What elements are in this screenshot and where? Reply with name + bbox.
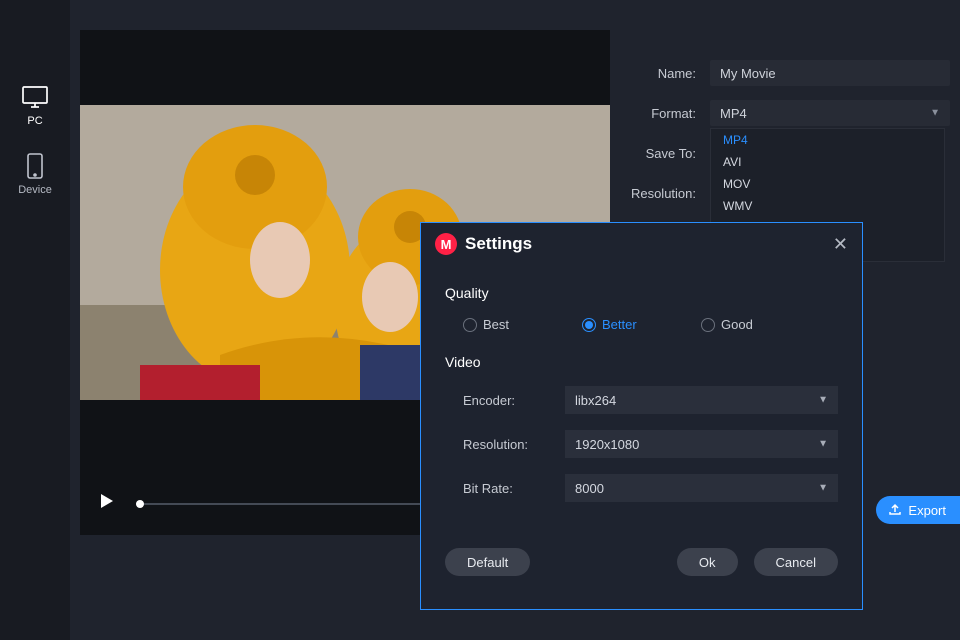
chevron-down-icon: ▼ <box>818 395 828 406</box>
left-sidebar: PC Device <box>0 0 70 640</box>
settings-button-row: Default Ok Cancel <box>421 526 862 576</box>
chevron-down-icon: ▼ <box>818 483 828 494</box>
sidebar-item-label: Device <box>18 184 52 196</box>
ok-button[interactable]: Ok <box>677 548 738 576</box>
format-option-mp4[interactable]: MP4 <box>711 129 944 151</box>
sidebar-item-pc[interactable]: PC <box>0 70 70 139</box>
play-button[interactable] <box>98 492 116 513</box>
resolution-select[interactable]: 1920x1080▼ <box>565 430 838 458</box>
saveto-label: Save To: <box>610 146 710 161</box>
name-input[interactable]: My Movie <box>710 60 950 86</box>
settings-header: M Settings ✕ <box>421 223 862 265</box>
settings-title: Settings <box>465 234 532 254</box>
quality-option-best[interactable]: Best <box>463 317 582 332</box>
chevron-down-icon: ▼ <box>930 108 940 119</box>
default-button[interactable]: Default <box>445 548 530 576</box>
resolution-label: Resolution: <box>610 186 710 201</box>
format-option-mov[interactable]: MOV <box>711 173 944 195</box>
upload-icon <box>888 502 902 519</box>
format-label: Format: <box>610 106 710 121</box>
encoder-select[interactable]: libx264▼ <box>565 386 838 414</box>
monitor-icon <box>20 82 50 112</box>
cancel-button[interactable]: Cancel <box>754 548 838 576</box>
video-section-title: Video <box>445 354 838 370</box>
settings-body: Quality Best Better Good Video Encoder: … <box>421 265 862 526</box>
quality-option-better[interactable]: Better <box>582 317 701 332</box>
sidebar-item-label: PC <box>27 115 42 127</box>
phone-icon <box>20 151 50 181</box>
format-option-avi[interactable]: AVI <box>711 151 944 173</box>
bitrate-select[interactable]: 8000▼ <box>565 474 838 502</box>
format-option-wmv[interactable]: WMV <box>711 195 944 217</box>
quality-radio-group: Best Better Good <box>445 317 838 342</box>
radio-icon <box>701 318 715 332</box>
sidebar-item-device[interactable]: Device <box>0 139 70 208</box>
quality-section-title: Quality <box>445 285 838 301</box>
resolution-label: Resolution: <box>445 437 565 452</box>
bitrate-label: Bit Rate: <box>445 481 565 496</box>
app-logo-icon: M <box>435 233 457 255</box>
chevron-down-icon: ▼ <box>818 439 828 450</box>
format-select[interactable]: MP4▼ <box>710 100 950 126</box>
quality-option-good[interactable]: Good <box>701 317 820 332</box>
radio-icon <box>582 318 596 332</box>
name-label: Name: <box>610 66 710 81</box>
export-button[interactable]: Export <box>876 496 960 524</box>
encoder-label: Encoder: <box>445 393 565 408</box>
settings-modal: M Settings ✕ Quality Best Better Good Vi… <box>420 222 863 610</box>
radio-icon <box>463 318 477 332</box>
close-button[interactable]: ✕ <box>833 235 848 253</box>
